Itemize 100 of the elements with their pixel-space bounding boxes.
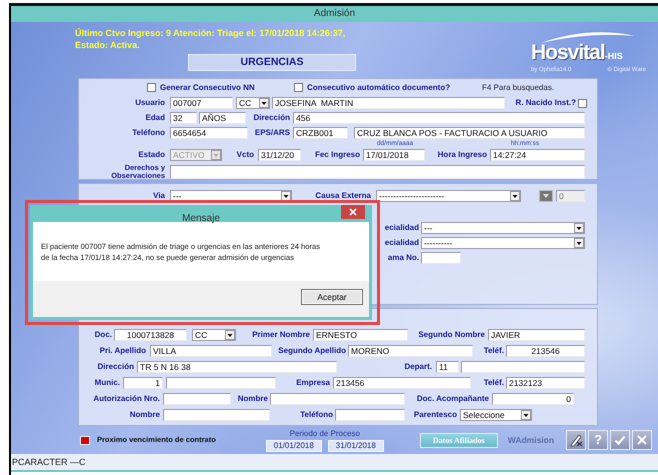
- field-label: EPS/ARS: [254, 128, 290, 138]
- text-field[interactable]: [163, 393, 231, 405]
- form-name: WAdmision: [508, 434, 554, 446]
- field-label: ecialidad: [384, 238, 419, 248]
- field-label: Fec Ingreso: [314, 150, 360, 160]
- dialog-title: Mensaje: [182, 213, 220, 224]
- logo-suffix: -HIS: [604, 50, 623, 63]
- caret-icon: [521, 410, 531, 420]
- field-label: Dirección: [96, 362, 134, 372]
- field-label: Teléfono: [299, 410, 333, 420]
- field-label: Munic.: [94, 378, 120, 388]
- checkbox-label[interactable]: Generar Consecutivo NN: [160, 82, 255, 92]
- text-field[interactable]: 213546: [506, 345, 585, 357]
- date-field[interactable]: 01/01/2018: [266, 440, 322, 452]
- field-label: Estado: [137, 150, 165, 160]
- dropdown[interactable]: -----------------------: [376, 190, 521, 202]
- field-label: Usuario: [134, 98, 165, 108]
- field-label: Nombre: [236, 394, 268, 404]
- text-field[interactable]: 14:27:24: [490, 149, 585, 161]
- text-field[interactable]: [461, 361, 585, 373]
- text-field[interactable]: ERNESTO: [313, 329, 408, 341]
- caret-icon: [574, 223, 584, 233]
- field-label: Causa Externa: [314, 191, 371, 201]
- field-label: Segundo Apellido: [277, 346, 346, 356]
- field-label: Dirección: [252, 113, 290, 123]
- field-label: Hora Ingreso: [436, 150, 487, 160]
- caret-icon: [211, 150, 221, 160]
- mode-title: URGENCIAS: [188, 54, 356, 71]
- field-label: Vcto: [236, 150, 254, 160]
- dropdown[interactable]: CC: [236, 97, 270, 109]
- text-field[interactable]: [270, 393, 405, 405]
- field-label: Teléf.: [482, 346, 504, 356]
- field-label: Doc. Acompañante: [416, 394, 489, 404]
- text-field[interactable]: JOSEFINA MARTIN: [272, 97, 505, 109]
- text-field[interactable]: [170, 165, 585, 179]
- text-field[interactable]: 6654654: [170, 127, 248, 139]
- checkbox[interactable]: [147, 83, 156, 92]
- close-icon: [349, 208, 357, 216]
- status-bar: PCARACTER —C: [11, 454, 658, 470]
- field-label: Parentesco: [412, 410, 457, 420]
- text-field[interactable]: JAVIER: [488, 329, 585, 341]
- dropdown[interactable]: Seleccione: [460, 409, 532, 421]
- text-field[interactable]: 0: [492, 393, 574, 405]
- field-label: Teléfono: [131, 128, 165, 138]
- text-field[interactable]: 2132123: [506, 377, 585, 389]
- field-label: Nombre: [128, 410, 160, 420]
- dropdown[interactable]: ----------: [421, 237, 585, 249]
- field-label: R. Nacido Inst.?: [514, 98, 576, 108]
- field-label: ecialidad: [384, 223, 419, 233]
- text-field[interactable]: 213456: [333, 377, 471, 389]
- text-field[interactable]: 31/12/20: [258, 149, 301, 161]
- logo-text: Hosvital: [531, 42, 605, 64]
- dropdown[interactable]: ---: [421, 222, 585, 234]
- date-field[interactable]: 31/01/2018: [328, 440, 384, 452]
- checkbox[interactable]: [578, 98, 587, 108]
- text-field[interactable]: CRUZ BLANCA POS - FACTURACIO A USUARIO: [354, 127, 585, 139]
- text-field[interactable]: 1000713828: [114, 329, 187, 341]
- text-field[interactable]: 007007: [170, 97, 233, 109]
- caret-icon: [281, 191, 291, 201]
- close-button[interactable]: [341, 205, 365, 219]
- text-field[interactable]: [166, 377, 276, 389]
- field-label: Autorización Nro.: [92, 394, 160, 404]
- field-label: Edad: [144, 113, 165, 123]
- field-label: Doc.: [94, 330, 112, 340]
- accept-button[interactable]: [610, 430, 630, 450]
- dropdown[interactable]: CC: [192, 329, 236, 341]
- text-field[interactable]: 456: [293, 112, 585, 124]
- window-title: Admisión: [314, 8, 356, 19]
- text-field[interactable]: VILLA: [150, 345, 272, 357]
- accept-button[interactable]: Aceptar: [301, 289, 363, 305]
- field-label: ama No.: [386, 253, 419, 263]
- close-icon: [637, 435, 648, 445]
- field-label: Empresa: [295, 378, 330, 388]
- field-label: Pri. Apellido: [98, 346, 146, 356]
- edit-button[interactable]: [566, 430, 586, 450]
- text-field[interactable]: [335, 409, 405, 421]
- text-field[interactable]: 32: [170, 112, 197, 124]
- pencil-icon: [569, 433, 584, 447]
- close-button[interactable]: [632, 430, 652, 450]
- text-field[interactable]: 17/01/2018: [363, 149, 425, 161]
- text-field[interactable]: AÑOS: [199, 112, 246, 124]
- text-field[interactable]: [163, 409, 270, 421]
- caret-icon: [510, 191, 520, 201]
- status-message: Último Ctvo Ingreso: 9 Atención: Triage el: 17/01/2018 14:26:37, Estado: Activa.: [75, 27, 346, 51]
- checkbox[interactable]: [294, 83, 303, 92]
- caret-icon: [259, 98, 269, 108]
- text-field[interactable]: TR 5 N 16 38: [137, 361, 337, 373]
- text-field[interactable]: 1: [123, 377, 163, 389]
- caret-icon: [574, 238, 584, 248]
- field-label: Primer Nombre: [251, 330, 310, 340]
- text-field[interactable]: [421, 252, 461, 264]
- field-label: Depart.: [403, 362, 432, 372]
- check-icon: [614, 434, 626, 446]
- hint-text: F4 Para busquedas.: [482, 82, 556, 94]
- caret-icon: [225, 330, 235, 340]
- text-field[interactable]: CRZB001: [293, 127, 348, 139]
- checkbox-label[interactable]: Consecutivo automático documento?: [307, 82, 450, 92]
- text-field[interactable]: MORENO: [348, 345, 473, 357]
- field-label: Segundo Nombre: [417, 330, 485, 340]
- text-field[interactable]: 11: [436, 361, 459, 373]
